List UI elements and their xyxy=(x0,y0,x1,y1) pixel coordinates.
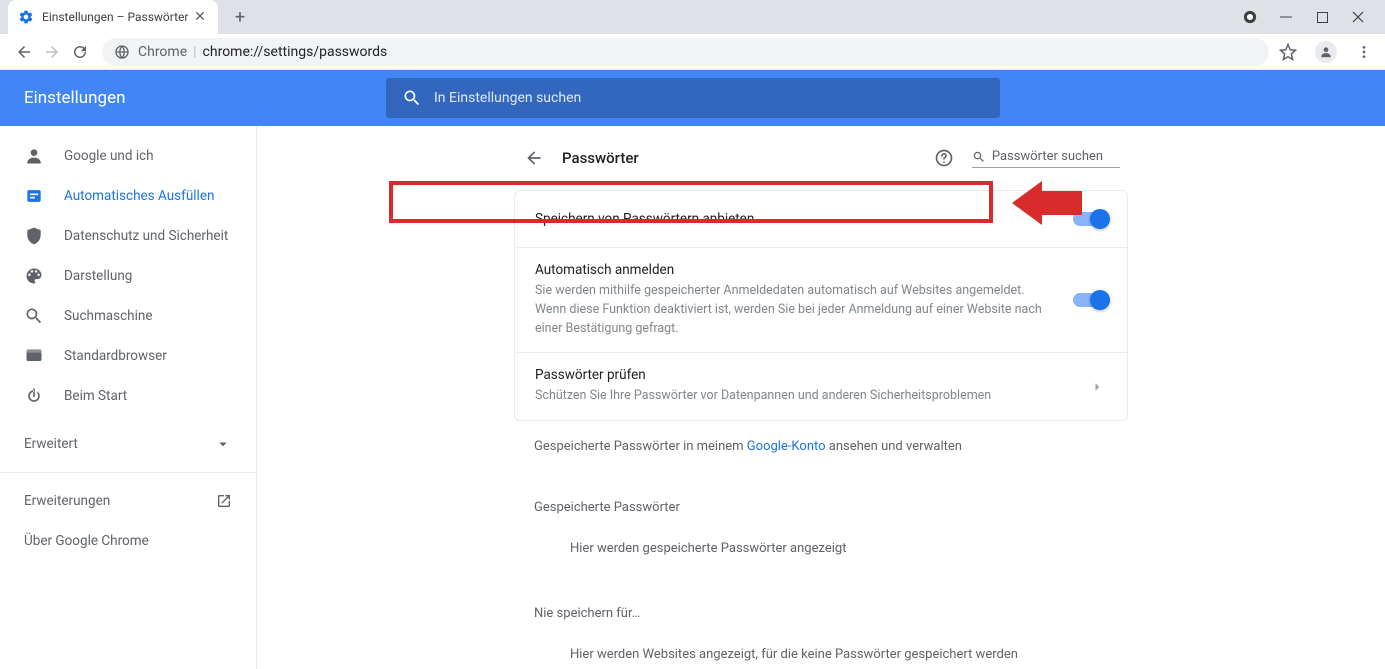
account-link-row: Gespeicherte Passwörter in meinem Google… xyxy=(514,421,1128,472)
row-check-passwords[interactable]: Passwörter prüfen Schützen Sie Ihre Pass… xyxy=(515,353,1127,420)
help-button[interactable] xyxy=(928,142,960,174)
close-window-icon[interactable] xyxy=(1351,10,1365,24)
sidebar-item-autofill[interactable]: Automatisches Ausfüllen xyxy=(0,176,256,216)
sidebar-item-label: Automatisches Ausfüllen xyxy=(64,188,214,204)
url-separator: | xyxy=(193,44,196,60)
row-auto-signin[interactable]: Automatisch anmelden Sie werden mithilfe… xyxy=(515,248,1127,353)
url-scheme: Chrome xyxy=(138,44,187,60)
sidebar-item-label: Darstellung xyxy=(64,268,132,284)
sidebar-extensions-label: Erweiterungen xyxy=(24,493,110,509)
section-saved-passwords-empty: Hier werden gespeicherte Passwörter ange… xyxy=(514,519,1128,578)
profile-avatar[interactable] xyxy=(1315,41,1337,63)
sidebar-item-extensions[interactable]: Erweiterungen xyxy=(0,481,256,521)
account-link-suffix: ansehen und verwalten xyxy=(826,439,962,454)
menu-kebab-icon[interactable] xyxy=(1353,41,1375,63)
globe-icon xyxy=(114,44,130,60)
window-controls xyxy=(1223,0,1385,34)
reload-button[interactable] xyxy=(66,38,94,66)
url-input[interactable]: Chrome | chrome://settings/passwords xyxy=(102,38,1269,66)
power-icon xyxy=(24,386,44,406)
row-check-desc: Schützen Sie Ihre Passwörter vor Datenpa… xyxy=(535,387,1067,406)
person-icon xyxy=(24,146,44,166)
sidebar-item-default-browser[interactable]: Standardbrowser xyxy=(0,336,256,376)
sidebar: Google und ich Automatisches Ausfüllen D… xyxy=(0,126,256,669)
password-search-input[interactable] xyxy=(992,149,1120,164)
browser-tab-active[interactable]: Einstellungen – Passwörter ✕ xyxy=(8,0,218,34)
row-check-title: Passwörter prüfen xyxy=(535,367,1067,383)
settings-header-title: Einstellungen xyxy=(24,88,386,108)
settings-search[interactable] xyxy=(386,78,1000,118)
sidebar-item-label: Beim Start xyxy=(64,388,127,404)
google-account-link[interactable]: Google-Konto xyxy=(747,439,826,454)
address-bar: Chrome | chrome://settings/passwords xyxy=(0,34,1385,70)
search-icon xyxy=(402,88,422,108)
gear-icon xyxy=(18,9,34,25)
sidebar-divider xyxy=(0,472,256,473)
main-panel: Passwörter Speichern von Passwörtern anb… xyxy=(256,126,1385,669)
sidebar-item-google-and-me[interactable]: Google und ich xyxy=(0,136,256,176)
chevron-right-icon xyxy=(1087,377,1107,397)
new-tab-button[interactable]: + xyxy=(226,3,254,31)
sidebar-about-label: Über Google Chrome xyxy=(24,533,149,549)
search-icon xyxy=(972,149,986,165)
record-icon[interactable] xyxy=(1243,10,1257,24)
row-auto-signin-desc: Sie werden mithilfe gespeicherter Anmeld… xyxy=(535,282,1053,338)
forward-nav-button[interactable] xyxy=(38,38,66,66)
sidebar-item-label: Datenschutz und Sicherheit xyxy=(64,228,228,244)
close-tab-icon[interactable]: ✕ xyxy=(192,9,208,25)
shield-icon xyxy=(24,226,44,246)
sidebar-item-appearance[interactable]: Darstellung xyxy=(0,256,256,296)
browser-tab-strip: Einstellungen – Passwörter ✕ + xyxy=(0,0,1385,34)
maximize-icon[interactable] xyxy=(1315,10,1329,24)
bookmark-star-icon[interactable] xyxy=(1277,41,1299,63)
settings-search-input[interactable] xyxy=(434,90,984,106)
account-link-prefix: Gespeicherte Passwörter in meinem xyxy=(534,439,747,454)
settings-header: Einstellungen xyxy=(0,70,1385,126)
toggle-auto-signin[interactable] xyxy=(1073,293,1107,307)
sidebar-item-privacy[interactable]: Datenschutz und Sicherheit xyxy=(0,216,256,256)
sidebar-advanced-toggle[interactable]: Erweitert xyxy=(0,424,256,464)
page-title: Passwörter xyxy=(562,149,639,167)
external-link-icon xyxy=(216,493,232,509)
browser-icon xyxy=(24,346,44,366)
page-back-button[interactable] xyxy=(518,142,550,174)
row-offer-save-title: Speichern von Passwörtern anbieten xyxy=(535,211,1053,227)
sidebar-item-label: Suchmaschine xyxy=(64,308,153,324)
tab-title: Einstellungen – Passwörter xyxy=(42,10,192,24)
help-icon xyxy=(934,148,954,168)
row-auto-signin-title: Automatisch anmelden xyxy=(535,262,1053,278)
sidebar-item-label: Google und ich xyxy=(64,148,154,164)
chevron-down-icon xyxy=(214,435,232,453)
search-icon xyxy=(24,306,44,326)
url-path: chrome://settings/passwords xyxy=(203,44,388,60)
sidebar-item-about[interactable]: Über Google Chrome xyxy=(0,521,256,561)
sidebar-item-label: Standardbrowser xyxy=(64,348,167,364)
section-never-save-title: Nie speichern für… xyxy=(514,606,1128,621)
minimize-icon[interactable] xyxy=(1279,10,1293,24)
password-search[interactable] xyxy=(972,149,1120,168)
autofill-icon xyxy=(24,186,44,206)
sidebar-item-search-engine[interactable]: Suchmaschine xyxy=(0,296,256,336)
palette-icon xyxy=(24,266,44,286)
sidebar-advanced-label: Erweitert xyxy=(24,436,78,452)
section-saved-passwords-title: Gespeicherte Passwörter xyxy=(514,500,1128,515)
back-nav-button[interactable] xyxy=(10,38,38,66)
section-never-save-empty: Hier werden Websites angezeigt, für die … xyxy=(514,625,1128,669)
sidebar-item-on-startup[interactable]: Beim Start xyxy=(0,376,256,416)
